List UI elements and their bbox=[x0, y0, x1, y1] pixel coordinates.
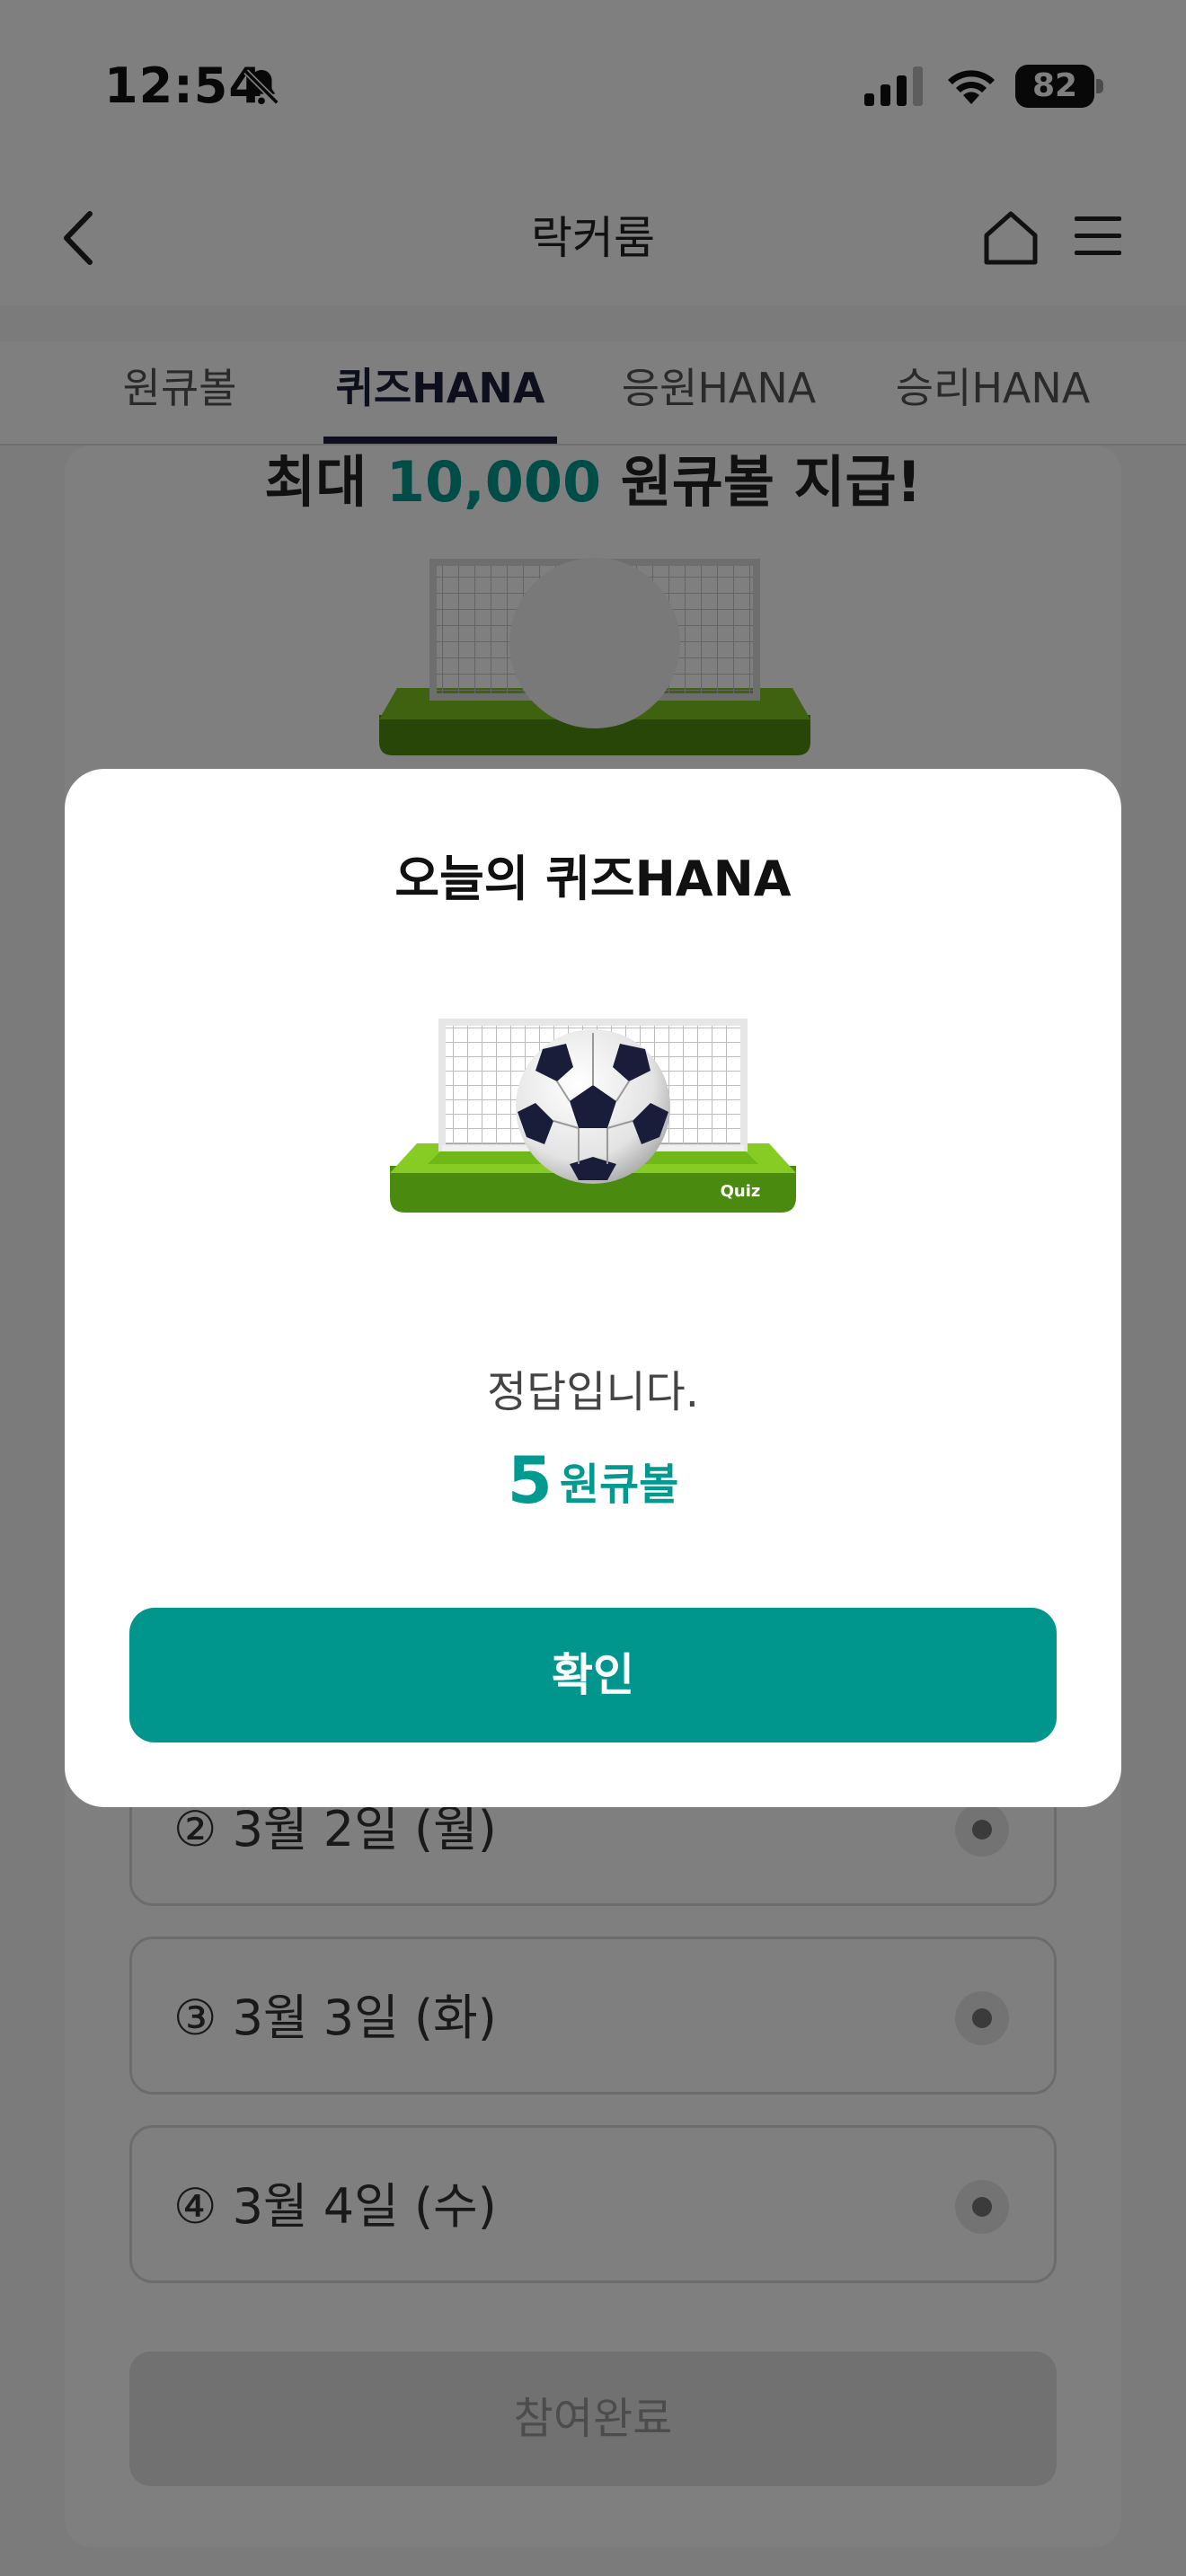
reward-unit: 원큐볼 bbox=[559, 1460, 679, 1510]
reward-amount: 5 bbox=[507, 1442, 553, 1518]
result-modal: 오늘의 퀴즈HANA Quiz 정답입니다. 5 원큐볼 확인 bbox=[65, 769, 1121, 1807]
result-message: 정답입니다. bbox=[486, 1367, 700, 1417]
soccer-goal-icon: Quiz bbox=[390, 1019, 796, 1213]
confirm-button[interactable]: 확인 bbox=[129, 1608, 1057, 1742]
reward-display: 5 원큐볼 bbox=[65, 1442, 1121, 1518]
modal-title: 오늘의 퀴즈HANA bbox=[394, 851, 792, 907]
quiz-badge-text: Quiz bbox=[721, 1182, 761, 1201]
